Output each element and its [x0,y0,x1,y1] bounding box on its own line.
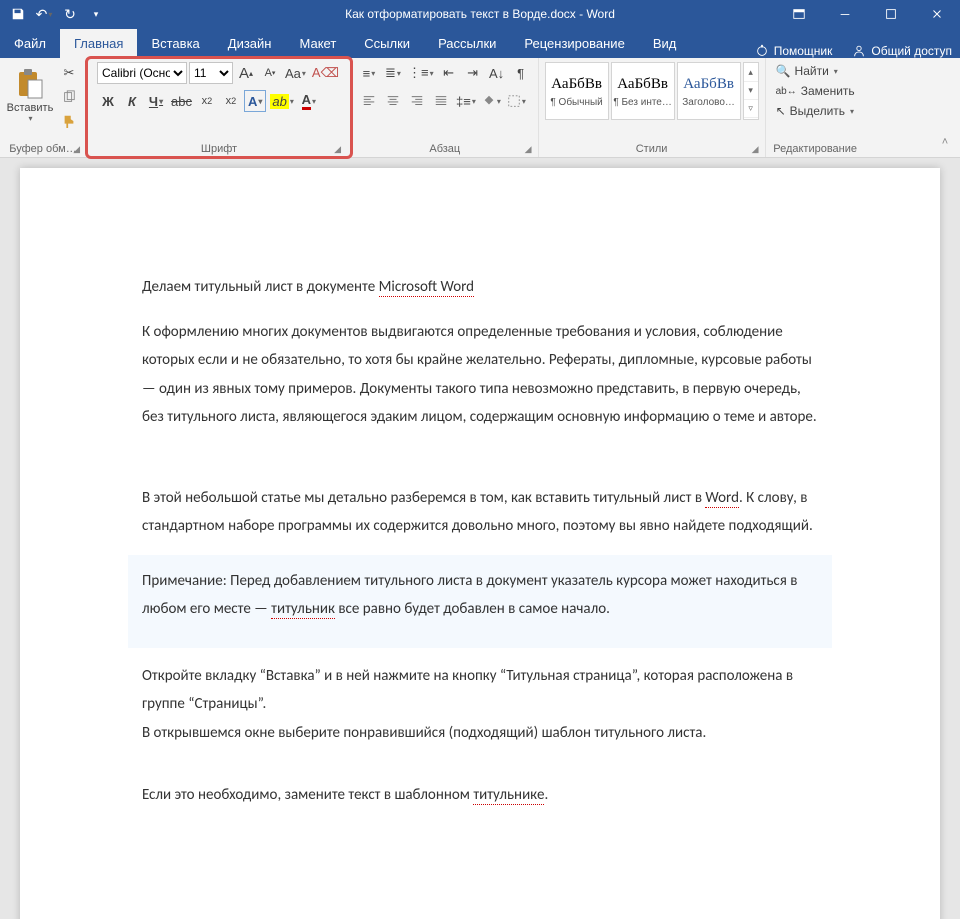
highlight-icon[interactable]: ab▾ [268,90,295,112]
clipboard-label: Буфер обм… [9,143,76,155]
font-size-select[interactable]: 11 [189,62,233,84]
sort-icon[interactable]: A↓ [486,62,508,84]
font-label: Шрифт [201,143,237,155]
paragraph-label: Абзац [429,143,460,155]
editing-label: Редактирование [773,143,857,155]
group-paragraph: ≡▾ ≣▾ ⋮≡▾ ⇤ ⇥ A↓ ¶ ‡≡▾ ▾ ▾ Абзац ◢ [352,58,539,157]
underline-button[interactable]: Ч▾ [145,90,167,112]
doc-note: Примечание: Перед добавлением титульного… [128,555,832,648]
style-normal[interactable]: АаБбВв¶ Обычный [545,62,609,120]
numbering-icon[interactable]: ≣▾ [382,62,404,84]
style-heading[interactable]: АаБбВвЗаголово… [677,62,741,120]
ribbon-display-icon[interactable] [776,2,822,26]
group-styles: АаБбВв¶ Обычный АаБбВв¶ Без инте… АаБбВв… [539,58,766,157]
tab-review[interactable]: Рецензирование [510,29,638,58]
doc-p4: В открывшемся окне выберите понравившийс… [142,719,818,748]
share-button[interactable]: Общий доступ [852,44,952,58]
qat-customize-icon[interactable]: ▾ [84,2,108,26]
title-bar: ↶▾ ↻ ▾ Как отформатировать текст в Ворде… [0,0,960,28]
shrink-font-icon[interactable]: A▾ [259,62,281,84]
italic-button[interactable]: К [121,90,143,112]
replace-button[interactable]: ab↔Заменить [772,82,859,100]
redo-icon[interactable]: ↻ [58,2,82,26]
paragraph-dialog-icon[interactable]: ◢ [525,144,532,155]
font-color-icon[interactable]: A▾ [298,90,320,112]
font-name-select[interactable]: Calibri (Осно [97,62,187,84]
bold-button[interactable]: Ж [97,90,119,112]
select-icon: ↖ [776,104,786,118]
font-dialog-icon[interactable]: ◢ [334,144,341,155]
tab-file[interactable]: Файл [0,29,60,58]
ribbon-tabs: Файл Главная Вставка Дизайн Макет Ссылки… [0,28,960,58]
tab-home[interactable]: Главная [60,29,137,58]
window-controls [776,2,960,26]
document-page[interactable]: Делаем титульный лист в документе Micros… [20,168,940,919]
multilevel-icon[interactable]: ⋮≡▾ [406,62,436,84]
doc-p5: Если это необходимо, замените текст в ша… [142,781,818,810]
styles-dialog-icon[interactable]: ◢ [752,144,759,155]
tab-insert[interactable]: Вставка [137,29,213,58]
tab-mailings[interactable]: Рассылки [424,29,510,58]
line-spacing-icon[interactable]: ‡≡▾ [454,90,478,112]
group-clipboard: Вставить ▾ ✂ Буфер обм…◢ [0,58,87,157]
show-marks-icon[interactable]: ¶ [510,62,532,84]
tab-references[interactable]: Ссылки [350,29,424,58]
styles-more[interactable]: ▴▾▿ [743,62,759,120]
tell-me-label: Помощник [774,44,833,58]
align-center-icon[interactable] [382,90,404,112]
borders-icon[interactable]: ▾ [505,90,528,112]
subscript-button[interactable]: x2 [196,90,218,112]
justify-icon[interactable] [430,90,452,112]
maximize-icon[interactable] [868,2,914,26]
doc-p2: В этой небольшой статье мы детально разб… [142,484,818,541]
shading-icon[interactable]: ▾ [480,90,503,112]
copy-icon[interactable] [58,86,80,108]
align-right-icon[interactable] [406,90,428,112]
style-nospacing[interactable]: АаБбВв¶ Без инте… [611,62,675,120]
styles-label: Стили [636,143,668,155]
format-painter-icon[interactable] [58,110,80,132]
cut-icon[interactable]: ✂ [58,62,80,84]
find-icon: 🔍 [776,64,791,78]
minimize-icon[interactable] [822,2,868,26]
find-button[interactable]: 🔍Найти▾ [772,62,859,80]
align-left-icon[interactable] [358,90,380,112]
increase-indent-icon[interactable]: ⇥ [462,62,484,84]
change-case-icon[interactable]: Aa▾ [283,62,308,84]
quick-access-toolbar: ↶▾ ↻ ▾ [0,2,114,26]
tell-me[interactable]: Помощник [755,44,833,58]
ribbon: Вставить ▾ ✂ Буфер обм…◢ Calibri (Осно 1… [0,58,960,158]
doc-p1: К оформлению многих документов выдвигают… [142,318,818,432]
paste-button[interactable]: Вставить ▾ [6,62,54,128]
doc-heading: Делаем титульный лист в документе Micros… [142,273,818,302]
paste-label: Вставить [7,102,54,114]
group-editing: 🔍Найти▾ ab↔Заменить ↖Выделить▾ Редактиро… [766,58,865,157]
bullets-icon[interactable]: ≡▾ [358,62,380,84]
replace-icon: ab↔ [776,86,797,97]
collapse-ribbon-icon[interactable]: ˄ [934,131,956,153]
decrease-indent-icon[interactable]: ⇤ [438,62,460,84]
tab-view[interactable]: Вид [639,29,691,58]
grow-font-icon[interactable]: A▴ [235,62,257,84]
group-font: Calibri (Осно 11 A▴ A▾ Aa▾ A⌫ Ж К Ч▾ abc… [87,58,352,157]
undo-icon[interactable]: ↶▾ [32,2,56,26]
superscript-button[interactable]: x2 [220,90,242,112]
clipboard-dialog-icon[interactable]: ◢ [73,144,80,155]
share-label: Общий доступ [871,44,952,58]
close-icon[interactable] [914,2,960,26]
tab-design[interactable]: Дизайн [214,29,286,58]
document-area: Делаем титульный лист в документе Micros… [0,158,960,919]
strike-button[interactable]: abc [169,90,194,112]
tab-layout[interactable]: Макет [285,29,350,58]
clear-format-icon[interactable]: A⌫ [310,62,341,84]
doc-p3: Откройте вкладку “Вставка” и в ней нажми… [142,662,818,719]
select-button[interactable]: ↖Выделить▾ [772,102,859,120]
save-icon[interactable] [6,2,30,26]
text-effects-icon[interactable]: A▾ [244,90,266,112]
